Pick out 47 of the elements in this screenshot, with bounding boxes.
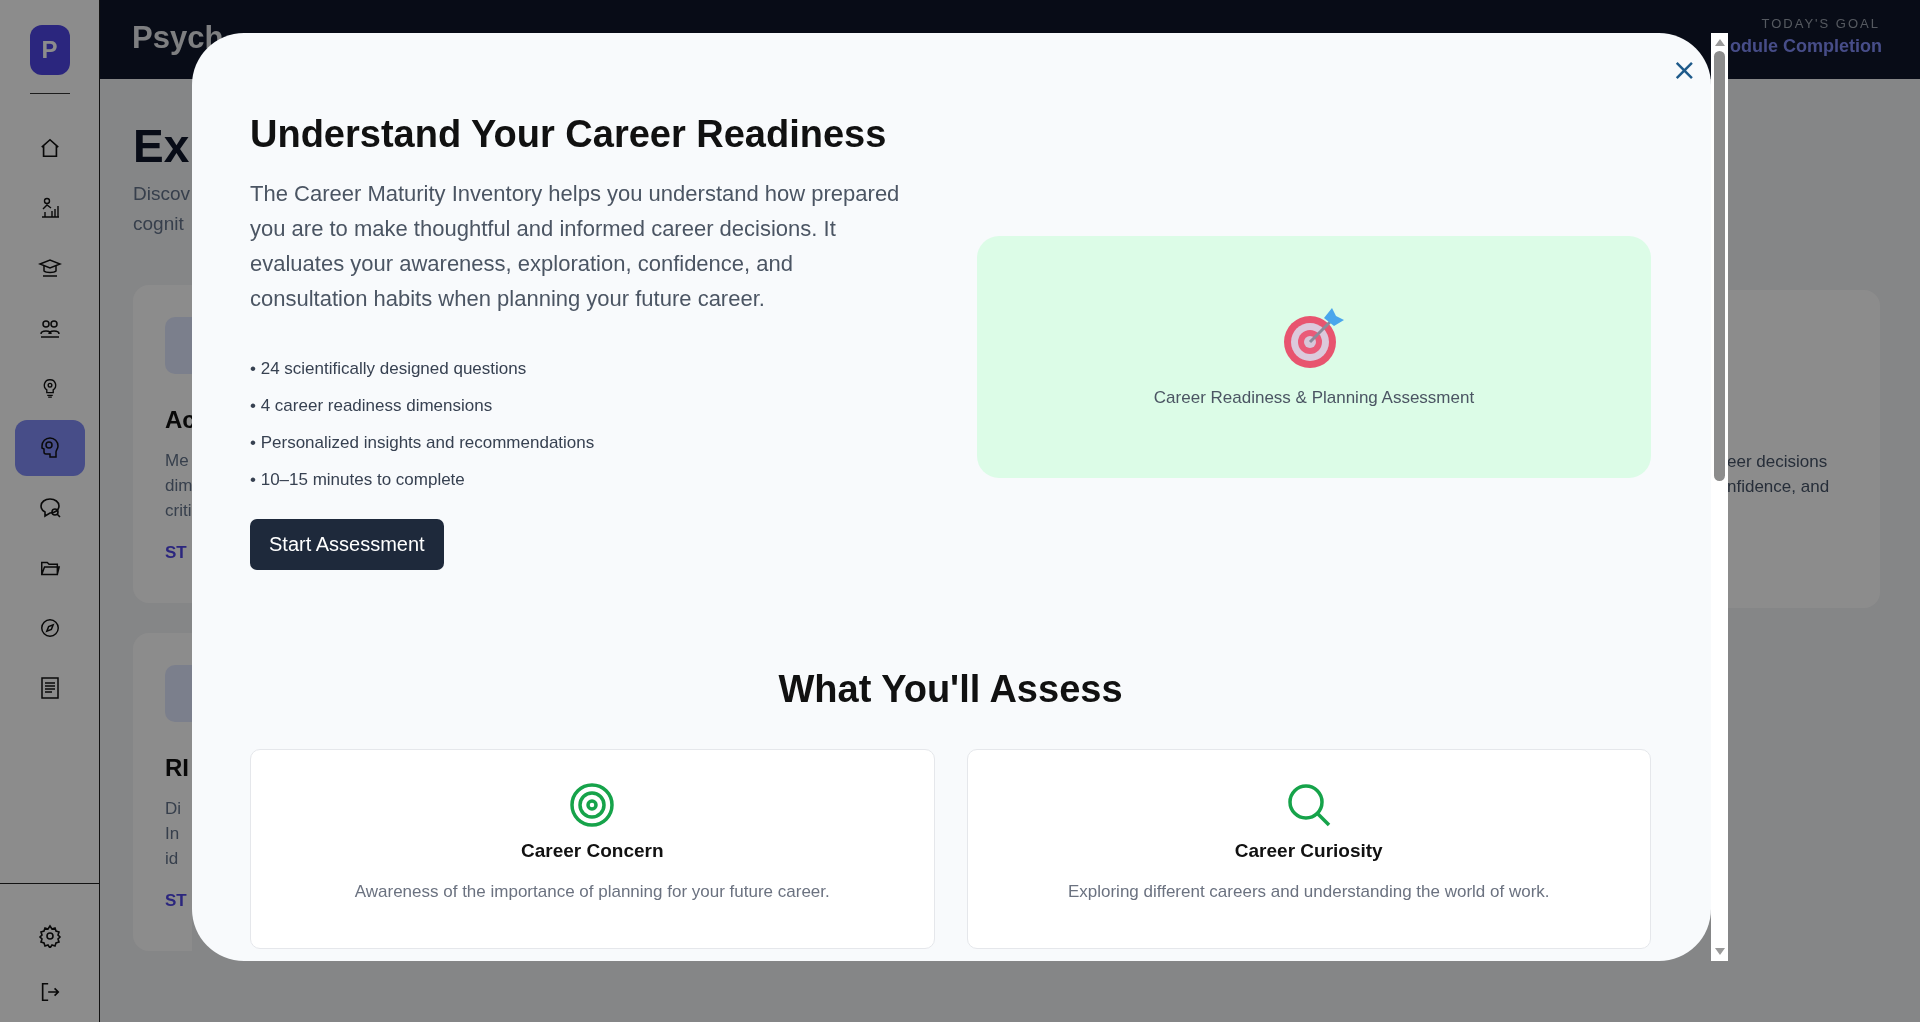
scroll-down-icon[interactable] — [1713, 947, 1726, 957]
modal-title: Understand Your Career Readiness — [250, 113, 888, 156]
intro-text: Discov — [133, 182, 191, 206]
logo-badge[interactable]: P — [29, 25, 70, 75]
feature-item: • 10–15 minutes to complete — [250, 469, 466, 491]
card-text: eer decisions — [1727, 451, 1829, 473]
start-link[interactable]: ST — [165, 891, 192, 911]
hero-caption: Career Readiness & Planning Assessment — [1153, 388, 1475, 408]
start-assessment-button[interactable]: Start Assessment — [250, 519, 444, 570]
document-icon — [38, 676, 61, 700]
close-button[interactable]: × — [1667, 55, 1701, 85]
feature-item: • Personalized insights and recommendations — [250, 432, 596, 454]
card-text: Di — [165, 798, 183, 820]
goal-value: odule Completion — [1730, 36, 1882, 57]
card-text: In — [165, 823, 181, 845]
compass-icon — [38, 617, 61, 639]
start-link[interactable]: ST — [165, 543, 192, 563]
card-text: id — [165, 848, 180, 870]
feature-item: • 4 career readiness dimensions — [250, 395, 494, 417]
card-text: criti — [165, 500, 192, 522]
modal-description: The Career Maturity Inventory helps you understand how prepared you are to make thoughtful and informed career decisions. It evaluates your awareness, exploration, confidence, and consultation habits when planning your future career. — [250, 180, 901, 313]
icon-tile — [165, 665, 192, 722]
dimension-description: Exploring different careers and understanding the world of work. — [1067, 882, 1550, 902]
dimension-title: Career Concern — [520, 840, 664, 862]
page-heading: Ex — [133, 119, 191, 173]
icon-tile — [165, 317, 192, 374]
scroll-up-icon[interactable] — [1713, 37, 1726, 47]
settings-icon — [37, 924, 62, 948]
card-text: nfidence, and — [1727, 476, 1831, 498]
home-icon — [38, 137, 61, 159]
dimension-description: Awareness of the importance of planning for your future career. — [354, 882, 830, 902]
dart-target-icon — [1282, 306, 1346, 370]
graduation-cap-icon — [37, 256, 62, 280]
search-icon — [1285, 782, 1332, 828]
target-icon — [569, 782, 616, 828]
chat-search-icon — [37, 496, 62, 520]
card-text: dim — [165, 475, 192, 497]
feature-item: • 24 scientifically designed questions — [250, 358, 528, 380]
scrollbar[interactable] — [1711, 33, 1728, 961]
card-title: RI — [165, 754, 190, 782]
scrollbar-thumb[interactable] — [1714, 51, 1725, 481]
card-text: Me — [165, 450, 190, 472]
section-title: What You'll Assess — [777, 668, 1124, 711]
goal-label: TODAY'S GOAL — [1761, 16, 1880, 31]
intro-text: cognit — [133, 212, 185, 236]
nav-item[interactable] — [14, 420, 85, 476]
dimension-title: Career Curiosity — [1234, 840, 1383, 862]
